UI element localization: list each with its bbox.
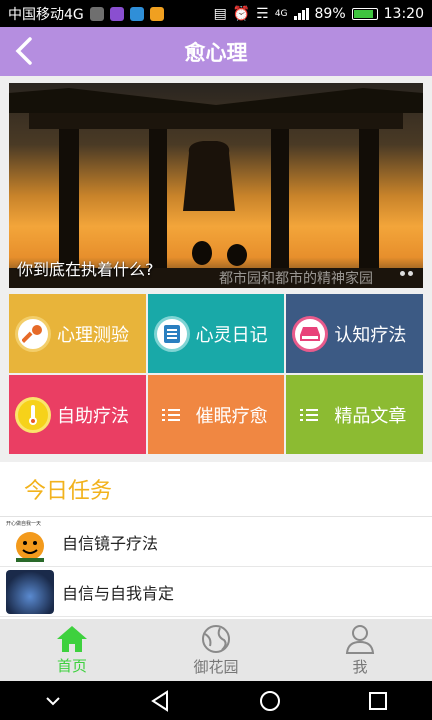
recents-nav-icon[interactable] [367,690,389,712]
tab-label: 我 [352,657,368,676]
tile-self-help[interactable]: 自助疗法 [9,375,146,454]
signal-icon [293,7,309,20]
tile-label: 心理测验 [57,324,129,346]
chevron-left-icon [15,37,32,65]
drive-icon [292,315,329,352]
notification-app-icon [129,6,144,21]
tile-label: 催眠疗愈 [195,405,268,427]
notebook-icon [153,315,190,352]
system-nav-bar [0,681,432,720]
globe-icon [202,624,230,653]
list-icon [154,397,190,433]
thermometer-icon [15,396,51,433]
tile-label: 心灵日记 [195,324,268,346]
home-icon [57,625,87,652]
network-type: 4G [274,8,288,19]
tab-label: 御花园 [193,657,239,676]
thumbnail-caption: 开心做自我一天 [6,520,42,527]
today-tasks-section: 今日任务 开心做自我一天 自信镜子疗法 自信与自我肯定 [0,462,432,622]
tile-label: 精品文章 [334,405,407,427]
task-label: 自信镜子疗法 [62,533,159,553]
tab-home[interactable]: 首页 [0,619,144,681]
key-icon [15,315,51,352]
alarm-icon: ⏰ [232,5,251,22]
carousel-indicator [400,271,413,276]
tile-cognitive-therapy[interactable]: 认知疗法 [286,294,423,373]
back-nav-icon[interactable] [148,689,172,713]
list-item[interactable]: 开心做自我一天 自信镜子疗法 [0,517,432,567]
tile-label: 自助疗法 [57,405,129,427]
tile-diary[interactable]: 心灵日记 [147,294,285,373]
notification-app-icon [89,6,104,21]
task-thumbnail: 开心做自我一天 [6,519,54,564]
home-nav-icon[interactable] [258,689,282,713]
menu-grid: 心理测验 心灵日记 认知疗法 自助疗法 催眠疗愈 精品文章 [9,294,423,454]
battery-icon [351,7,378,20]
tile-hypnosis[interactable]: 催眠疗愈 [147,375,285,454]
carrier-label: 中国移动4G [8,6,84,23]
tab-garden[interactable]: 御花园 [144,619,288,681]
banner-carousel[interactable]: 你到底在执着什么? 都市园和都市的精神家园 [9,83,423,288]
tab-label: 首页 [56,656,87,675]
tile-label: 认知疗法 [334,324,407,346]
back-button[interactable] [8,35,40,67]
tab-me[interactable]: 我 [288,619,432,681]
hide-keyboard-icon[interactable] [43,694,63,708]
notification-app-icon [149,6,164,21]
title-bar: 愈心理 [0,27,432,76]
list-icon [292,397,328,433]
tile-articles[interactable]: 精品文章 [286,375,423,454]
vibrate-icon: ▤ [213,5,227,22]
person-icon [345,624,375,654]
battery-percent: 89% [314,5,346,22]
bottom-tab-bar: 首页 御花园 我 [0,619,432,681]
wifi-icon: ☴ [256,5,269,22]
task-thumbnail [6,569,54,614]
section-heading: 今日任务 [0,462,432,517]
banner-caption: 你到底在执着什么? [17,260,154,279]
status-bar: 中国移动4G ▤ ⏰ ☴ 4G 89% 13:20 [0,0,432,27]
list-item[interactable]: 自信与自我肯定 [0,567,432,617]
notification-app-icon [109,6,124,21]
page-title: 愈心理 [184,40,248,65]
task-label: 自信与自我肯定 [62,583,175,603]
clock: 13:20 [383,5,424,22]
banner-watermark: 都市园和都市的精神家园 [219,271,373,287]
tile-psych-test[interactable]: 心理测验 [9,294,146,373]
